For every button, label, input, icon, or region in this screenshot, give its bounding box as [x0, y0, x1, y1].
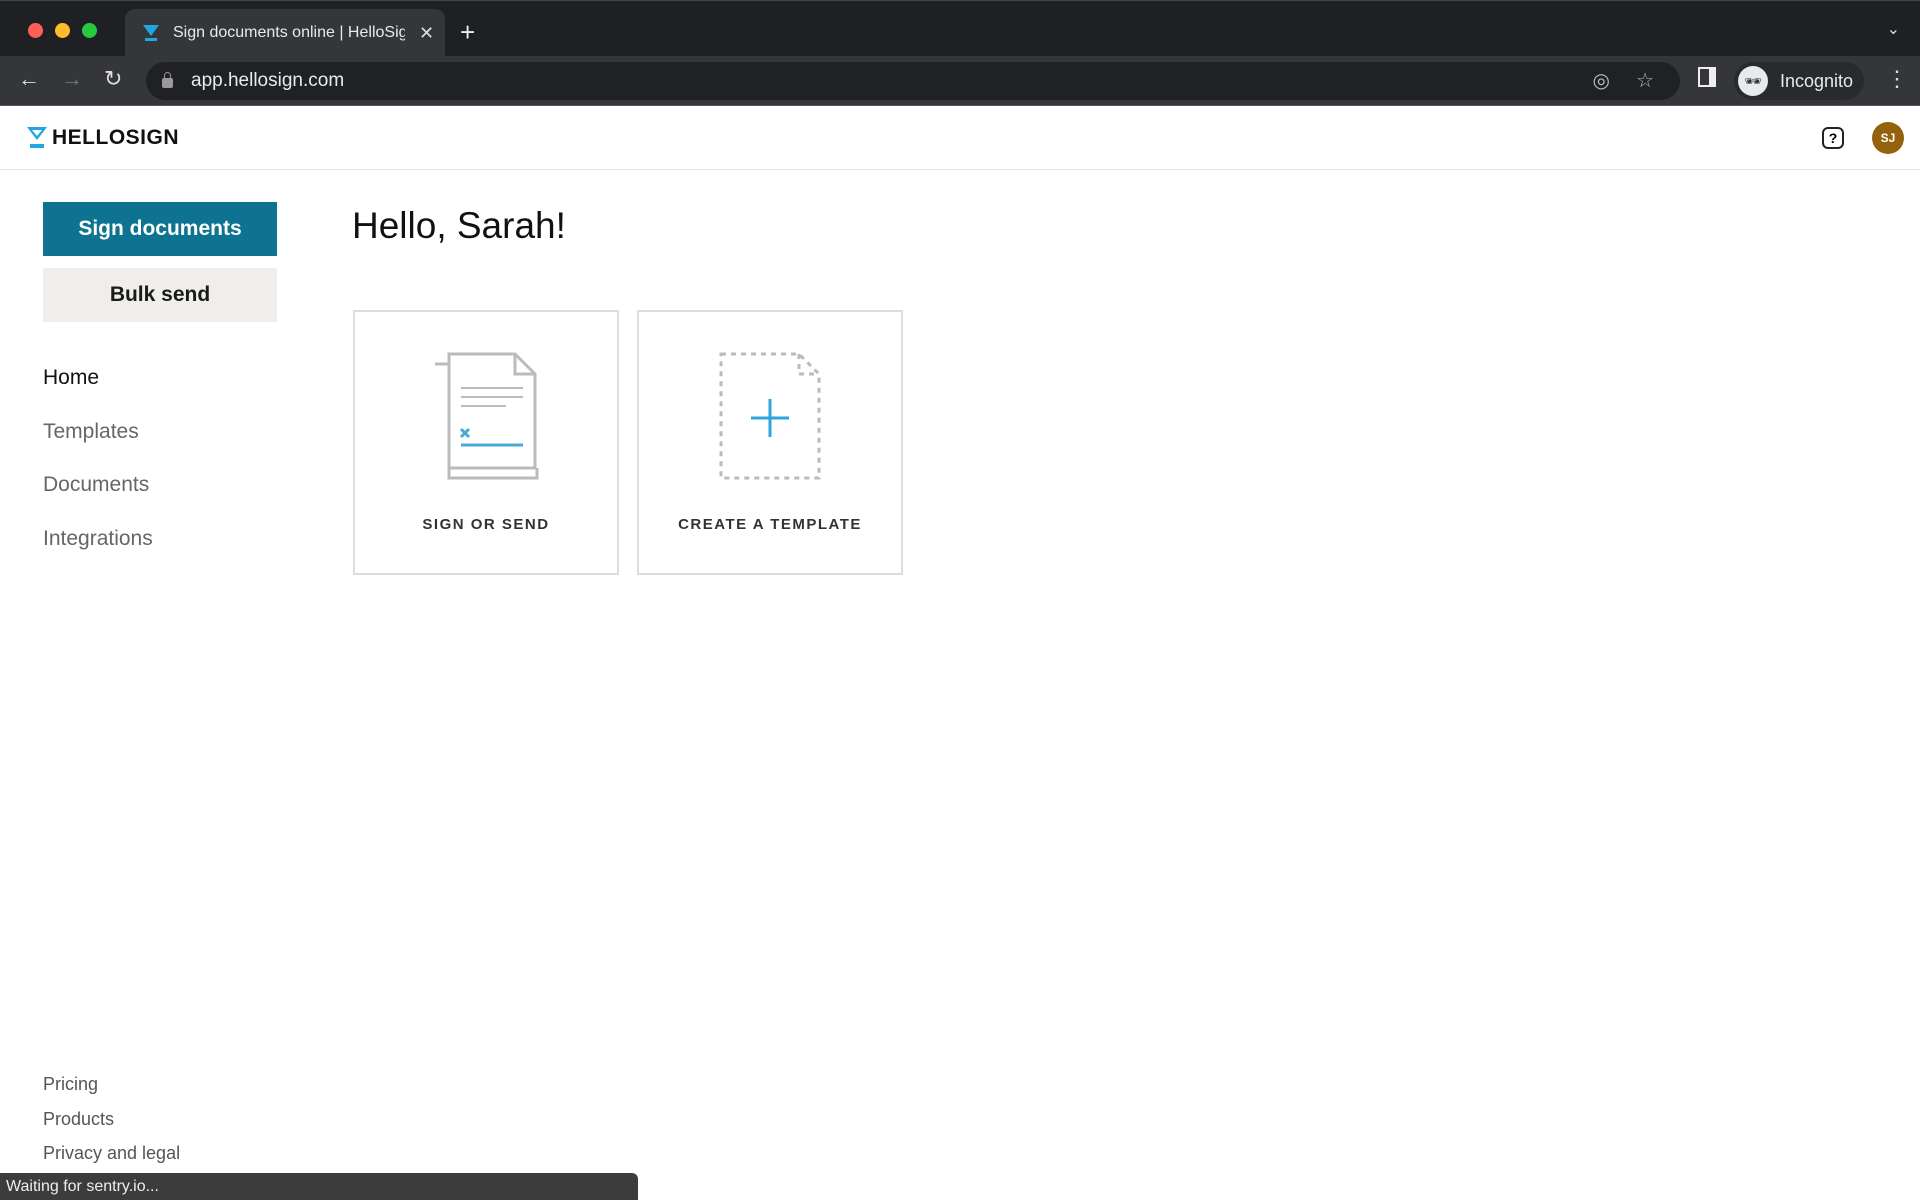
browser-toolbar: ← → ↻ app.hellosign.com ◎ ☆ 🕶 Incognito …: [0, 56, 1920, 106]
url-text: app.hellosign.com: [191, 70, 345, 91]
tracking-eye-off-icon[interactable]: ◎: [1593, 68, 1610, 93]
app-header: HELLOSIGN ? SJ: [0, 106, 1920, 170]
minimize-window-button[interactable]: [55, 23, 70, 38]
tab-search-chevron-icon[interactable]: ⌄: [1887, 19, 1900, 39]
lock-icon: [162, 72, 173, 88]
address-bar[interactable]: app.hellosign.com ◎ ☆: [146, 62, 1680, 100]
incognito-icon: 🕶: [1738, 66, 1768, 96]
create-template-card[interactable]: CREATE A TEMPLATE: [637, 310, 903, 575]
card-label: SIGN OR SEND: [422, 516, 550, 533]
new-tab-icon[interactable]: +: [460, 17, 475, 48]
hellosign-logo[interactable]: HELLOSIGN: [26, 126, 179, 150]
browser-tab[interactable]: Sign documents online | HelloSign ✕: [125, 9, 445, 57]
close-tab-icon[interactable]: ✕: [419, 23, 434, 44]
card-label: CREATE A TEMPLATE: [678, 516, 862, 533]
profile-label: Incognito: [1780, 70, 1854, 91]
sign-or-send-card[interactable]: SIGN OR SEND: [353, 310, 619, 575]
sidebar-item-home[interactable]: Home: [43, 366, 99, 390]
hellosign-logo-icon: [27, 127, 47, 148]
maximize-window-button[interactable]: [82, 23, 97, 38]
hellosign-favicon-icon: [143, 25, 159, 41]
help-icon[interactable]: ?: [1822, 127, 1844, 149]
bookmark-star-icon[interactable]: ☆: [1636, 68, 1654, 93]
back-icon[interactable]: ←: [18, 66, 40, 92]
close-window-button[interactable]: [28, 23, 43, 38]
new-template-icon: [719, 352, 821, 480]
tab-title: Sign documents online | HelloSign: [173, 24, 405, 41]
browser-menu-icon[interactable]: ⋮: [1886, 66, 1908, 92]
user-avatar[interactable]: SJ: [1872, 122, 1904, 154]
logo-text: HELLOSIGN: [52, 126, 180, 149]
footer-link-privacy[interactable]: Privacy and legal: [43, 1143, 180, 1164]
incognito-profile-button[interactable]: 🕶 Incognito: [1734, 62, 1864, 100]
forward-icon[interactable]: →: [61, 66, 83, 92]
footer-link-pricing[interactable]: Pricing: [43, 1074, 98, 1095]
browser-tab-bar: Sign documents online | HelloSign ✕ + ⌄: [0, 0, 1920, 57]
side-panel-icon[interactable]: [1698, 67, 1716, 87]
reload-icon[interactable]: ↻: [104, 66, 122, 92]
sidebar-item-integrations[interactable]: Integrations: [43, 527, 153, 551]
sidebar-item-templates[interactable]: Templates: [43, 420, 139, 444]
browser-status-bar: Waiting for sentry.io...: [0, 1173, 638, 1200]
sidebar-item-documents[interactable]: Documents: [43, 473, 149, 497]
document-sign-icon: [435, 352, 539, 480]
page-title: Hello, Sarah!: [352, 205, 566, 246]
sign-documents-button[interactable]: Sign documents: [43, 202, 277, 256]
footer-link-products[interactable]: Products: [43, 1109, 114, 1130]
bulk-send-button[interactable]: Bulk send: [43, 268, 277, 322]
